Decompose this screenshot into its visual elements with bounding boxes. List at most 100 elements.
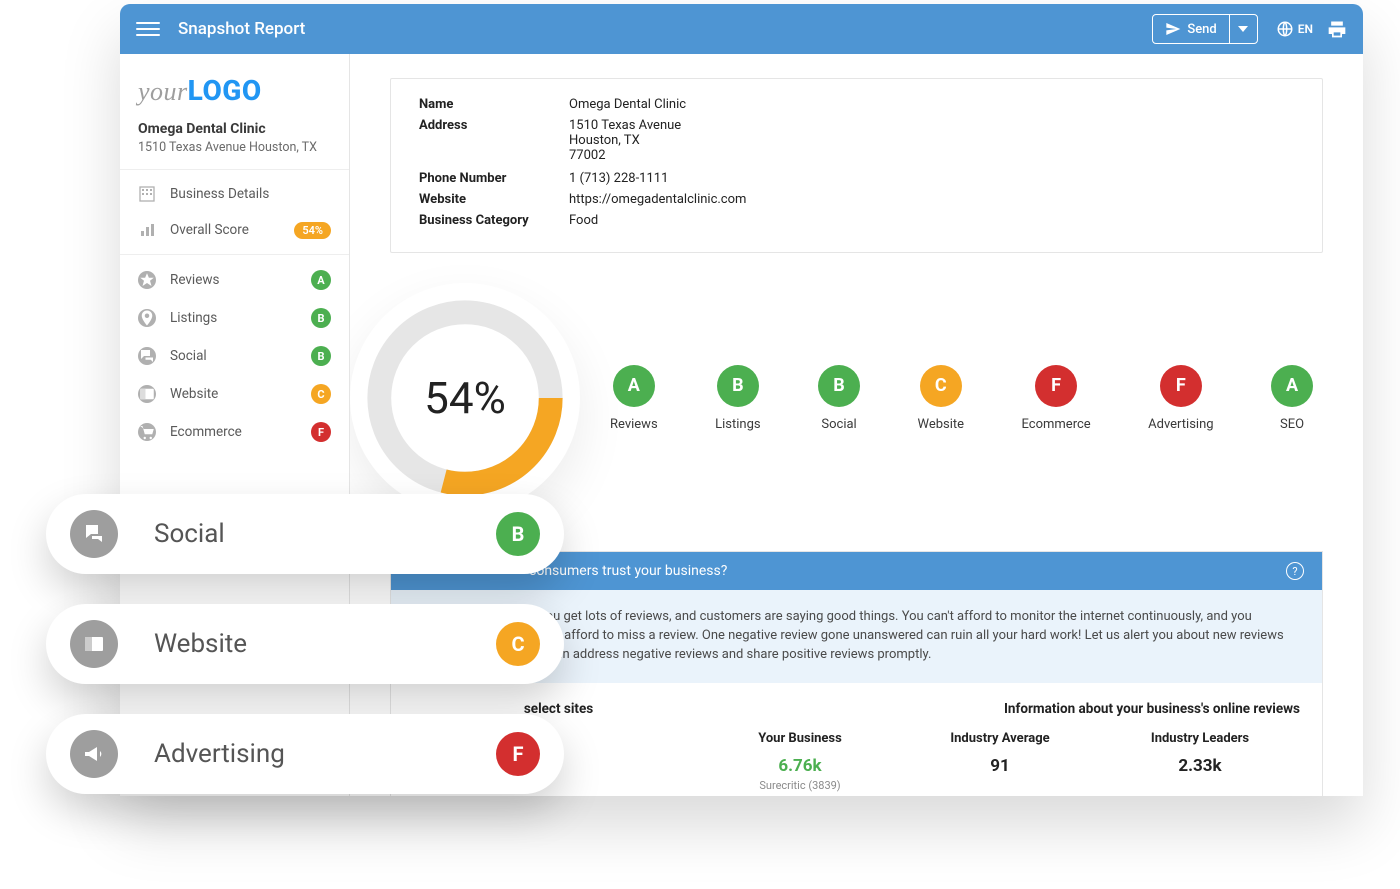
grade-badge: B — [496, 512, 540, 556]
section-blurb: You rock! You get lots of reviews, and c… — [481, 608, 1300, 665]
send-label: Send — [1187, 22, 1216, 37]
grade-badge: C — [311, 384, 331, 404]
sidebar-business-address: 1510 Texas Avenue Houston, TX — [138, 140, 331, 155]
grade-badge: F — [496, 732, 540, 776]
print-button[interactable] — [1327, 19, 1347, 39]
grade-badge: F — [311, 422, 331, 442]
sidebar-business-name: Omega Dental Clinic — [138, 121, 331, 137]
chevron-down-icon — [1238, 24, 1248, 34]
value-website: https://omegadentalclinic.com — [569, 192, 1294, 207]
category-ecommerce[interactable]: FEcommerce — [1022, 365, 1091, 432]
category-reviews[interactable]: A Reviews — [610, 365, 658, 432]
panel-icon — [70, 620, 118, 668]
float-card-social[interactable]: SocialB — [46, 494, 564, 574]
language-code: EN — [1298, 22, 1313, 36]
category-listings[interactable]: BListings — [715, 365, 760, 432]
logo-logo: LOGO — [188, 74, 262, 107]
website-icon — [138, 385, 156, 403]
category-website[interactable]: CWebsite — [918, 365, 965, 432]
your-sub2: Yelp (1709) — [700, 795, 900, 796]
label-address: Address — [419, 118, 569, 163]
logo: yourLOGO — [120, 54, 349, 121]
overall-score-pill: 54% — [294, 222, 331, 239]
globe-icon — [1276, 20, 1294, 38]
menu-icon[interactable] — [136, 17, 160, 41]
nav-label: Overall Score — [170, 222, 294, 238]
your-sub1: Surecritic (3839) — [700, 778, 900, 793]
nav-business-details[interactable]: Business Details — [120, 176, 349, 212]
nav-label: Listings — [170, 310, 311, 326]
grade-badge: A — [613, 365, 655, 407]
grade-badge: B — [818, 365, 860, 407]
send-icon — [1165, 21, 1181, 37]
right-title: Information about your business's online… — [1004, 701, 1300, 717]
category-social[interactable]: B Social — [818, 365, 860, 432]
overall-score-row: 54% AReviewsBListingsBSocialCWebsiteFEco… — [390, 283, 1323, 513]
your-value: 6.76k — [700, 756, 900, 776]
sidebar-section-overview: Business Details Overall Score 54% — [120, 170, 349, 255]
value-address: 1510 Texas Avenue Houston, TX 77002 — [569, 118, 1294, 163]
label-name: Name — [419, 97, 569, 112]
reviews-icon — [138, 271, 156, 289]
grade-badge: B — [717, 365, 759, 407]
category-label: Social — [821, 417, 856, 432]
nav-website[interactable]: WebsiteC — [120, 375, 349, 413]
overall-score-value: 54% — [424, 372, 506, 424]
ecommerce-icon — [138, 423, 156, 441]
floating-cards: SocialB WebsiteC AdvertisingF — [46, 494, 564, 794]
col-leaders: Industry Leaders — [1100, 731, 1300, 756]
header-title: Snapshot Report — [178, 19, 305, 39]
nav-label: Website — [170, 386, 311, 402]
overall-score-donut: 54% — [350, 283, 580, 513]
value-phone: 1 (713) 228-1111 — [569, 171, 1294, 186]
grade-badge: F — [1160, 365, 1202, 407]
leaders-value: 2.33k — [1100, 756, 1300, 776]
float-label: Social — [154, 519, 496, 549]
float-label: Website — [154, 629, 496, 659]
grade-badge: C — [496, 622, 540, 666]
logo-your: your — [138, 77, 188, 106]
nav-label: Ecommerce — [170, 424, 311, 440]
grade-badge: B — [311, 346, 331, 366]
nav-label: Reviews — [170, 272, 311, 288]
float-label: Advertising — [154, 739, 496, 769]
print-icon — [1327, 19, 1347, 39]
nav-reviews[interactable]: ReviewsA — [120, 261, 349, 299]
value-category: Food — [569, 213, 1294, 228]
grade-badge: B — [311, 308, 331, 328]
megaphone-icon — [70, 730, 118, 778]
nav-ecommerce[interactable]: EcommerceF — [120, 413, 349, 451]
label-website: Website — [419, 192, 569, 207]
category-advertising[interactable]: FAdvertising — [1148, 365, 1213, 432]
nav-overall-score[interactable]: Overall Score 54% — [120, 212, 349, 248]
label-phone: Phone Number — [419, 171, 569, 186]
category-label: Ecommerce — [1022, 417, 1091, 432]
help-icon[interactable]: ? — [1286, 562, 1304, 580]
float-card-advertising[interactable]: AdvertisingF — [46, 714, 564, 794]
col-avg: Industry Average — [900, 731, 1100, 756]
app-header: Snapshot Report Send EN — [120, 4, 1363, 54]
nav-label: Social — [170, 348, 311, 364]
listings-icon — [138, 309, 156, 327]
send-button-group: Send — [1152, 14, 1257, 44]
sidebar-business-block: Omega Dental Clinic 1510 Texas Avenue Ho… — [120, 121, 349, 170]
category-strip: AReviewsBListingsBSocialCWebsiteFEcommer… — [610, 365, 1323, 432]
social-icon — [138, 347, 156, 365]
nav-label: Business Details — [170, 186, 331, 202]
avg-value: 91 — [900, 756, 1100, 776]
nav-social[interactable]: SocialB — [120, 337, 349, 375]
language-selector[interactable]: EN — [1276, 20, 1313, 38]
category-seo[interactable]: ASEO — [1271, 365, 1313, 432]
nav-listings[interactable]: ListingsB — [120, 299, 349, 337]
float-card-website[interactable]: WebsiteC — [46, 604, 564, 684]
bar-chart-icon — [138, 221, 156, 239]
chat-icon — [70, 510, 118, 558]
label-category: Business Category — [419, 213, 569, 228]
building-icon — [138, 185, 156, 203]
grade-badge: A — [311, 270, 331, 290]
send-caret-button[interactable] — [1229, 15, 1257, 43]
col-your: Your Business — [700, 731, 900, 756]
category-label: SEO — [1280, 417, 1304, 432]
category-label: Reviews — [610, 417, 658, 432]
send-button[interactable]: Send — [1153, 15, 1228, 43]
